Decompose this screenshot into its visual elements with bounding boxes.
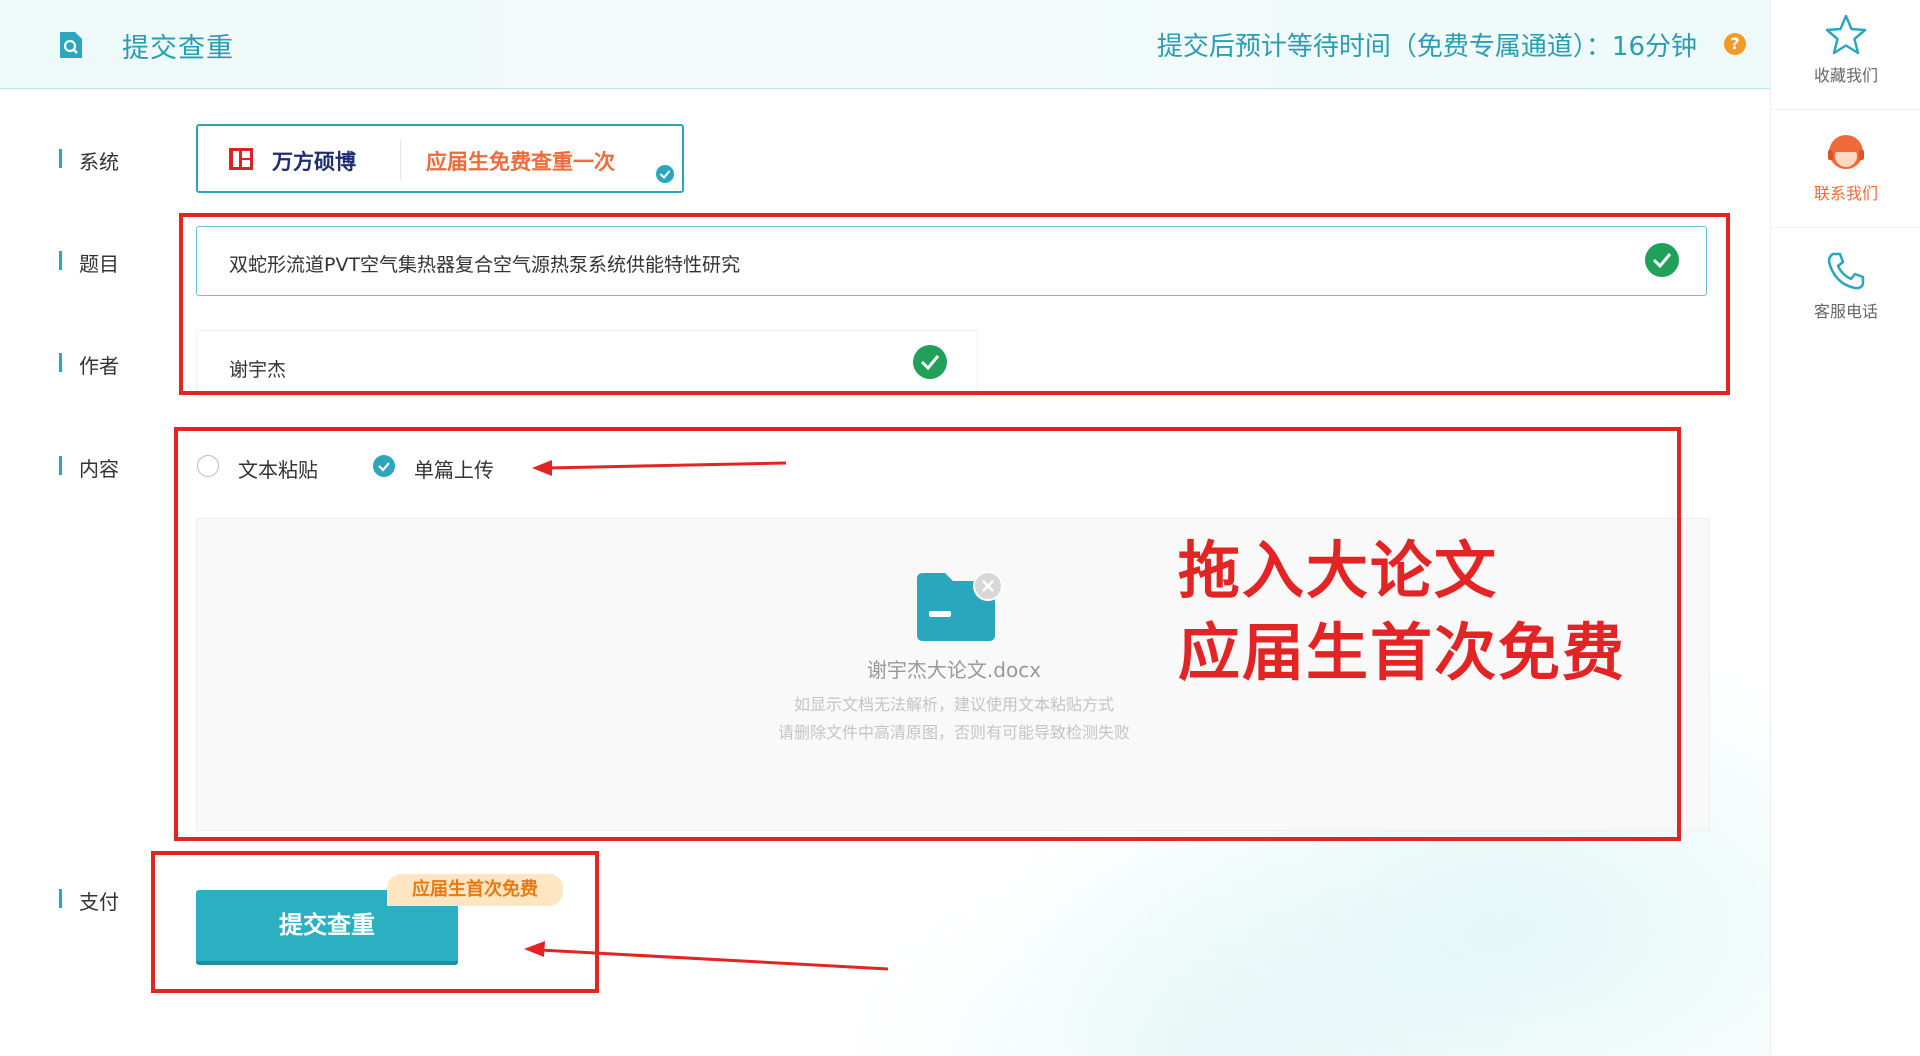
annotation-text-line1: 拖入大论文 <box>1178 534 1499 607</box>
agent-icon <box>1828 135 1864 169</box>
sidebar-label-favorite: 收藏我们 <box>1813 66 1878 85</box>
sidebar-label-contact: 联系我们 <box>1813 184 1878 203</box>
pay-label: 支付 <box>59 886 119 915</box>
wait-time-text: 提交后预计等待时间（免费专属通道）：16分钟 <box>1156 32 1697 62</box>
annotation-box-title-author <box>179 213 1730 395</box>
sidebar-item-contact[interactable]: 联系我们 <box>1771 118 1920 228</box>
system-promo: 应届生免费查重一次 <box>426 150 615 174</box>
content-label: 内容 <box>59 453 119 482</box>
system-divider <box>400 140 401 180</box>
free-badge: 应届生首次免费 <box>387 874 563 906</box>
right-sidebar: 收藏我们 联系我们 客服电话 <box>1770 0 1920 1056</box>
sidebar-label-phone: 客服电话 <box>1813 302 1878 321</box>
system-option-wanfang[interactable]: 万方硕博 应届生免费查重一次 <box>196 124 684 193</box>
sidebar-item-favorite[interactable]: 收藏我们 <box>1771 0 1920 110</box>
title-label: 题目 <box>59 248 119 277</box>
phone-icon <box>1827 252 1865 290</box>
wanfang-logo-icon <box>229 148 253 170</box>
system-brand: 万方硕博 <box>272 150 356 174</box>
help-icon[interactable]: ? <box>1724 33 1746 55</box>
system-label: 系统 <box>59 146 119 175</box>
selected-check-icon <box>656 165 674 183</box>
sidebar-item-phone[interactable]: 客服电话 <box>1771 236 1920 346</box>
document-search-icon <box>60 32 82 58</box>
author-label: 作者 <box>59 350 119 379</box>
star-icon <box>1825 14 1867 55</box>
annotation-text-line2: 应届生首次免费 <box>1178 616 1627 689</box>
page-title: 提交查重 <box>122 33 234 64</box>
header-bar: 提交查重 提交后预计等待时间（免费专属通道）：16分钟 ? <box>0 0 1770 89</box>
